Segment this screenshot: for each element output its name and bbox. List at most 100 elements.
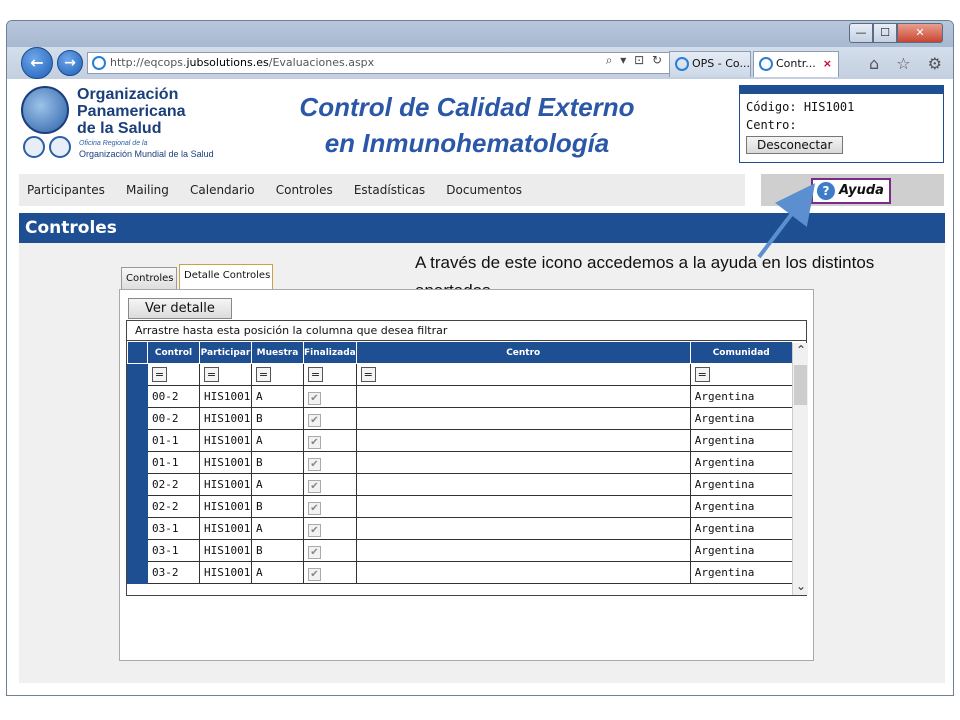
cell-participante: HIS1001: [199, 561, 252, 584]
column-header-muestra[interactable]: Muestra: [251, 341, 304, 364]
table-row[interactable]: 03-1 HIS1001 A ✔ Argentina: [127, 517, 793, 540]
cell-centro: [355, 407, 691, 430]
finalizada-checkbox[interactable]: ✔: [308, 458, 321, 471]
cell-muestra: B: [251, 539, 304, 562]
minimize-button[interactable]: —: [849, 23, 873, 43]
table-row[interactable]: 02-2 HIS1001 A ✔ Argentina: [127, 473, 793, 496]
menu-item-controles[interactable]: Controles: [276, 174, 333, 206]
tab-close-icon[interactable]: ×: [823, 52, 832, 76]
tab-ops[interactable]: OPS - Co...: [669, 51, 751, 77]
scroll-up-icon[interactable]: ⌃: [793, 343, 809, 359]
cell-participante: HIS1001: [199, 473, 252, 496]
table-row[interactable]: 00-2 HIS1001 A ✔ Argentina: [127, 385, 793, 408]
cell-comunidad: Argentina: [689, 561, 793, 584]
row-selector: [127, 363, 148, 386]
menu-item-mailing[interactable]: Mailing: [126, 174, 169, 206]
cell-comunidad: Argentina: [689, 473, 793, 496]
menu-item-calendario[interactable]: Calendario: [190, 174, 255, 206]
help-label: Ayuda: [839, 183, 884, 198]
table-row[interactable]: 02-2 HIS1001 B ✔ Argentina: [127, 495, 793, 518]
cell-control: 03-2: [147, 561, 200, 584]
codigo-value: HIS1001: [803, 100, 855, 114]
cell-comunidad: Argentina: [689, 407, 793, 430]
filter-muestra-button[interactable]: =: [256, 367, 271, 382]
cell-muestra: A: [251, 429, 304, 452]
address-tools-icon[interactable]: ⌕ ▾ ⊡ ↻: [606, 53, 664, 68]
tab-detalle-controles[interactable]: Detalle Controles: [179, 264, 273, 290]
finalizada-checkbox[interactable]: ✔: [308, 392, 321, 405]
filter-control-button[interactable]: =: [152, 367, 167, 382]
column-header-centro[interactable]: Centro: [355, 341, 691, 364]
cell-centro: [355, 385, 691, 408]
address-bar[interactable]: http://eqcops.jubsolutions.es/Evaluacion…: [87, 52, 671, 74]
menu-item-estadisticas[interactable]: Estadísticas: [354, 174, 425, 206]
cell-finalizada: ✔: [303, 561, 357, 584]
cell-participante: HIS1001: [199, 517, 252, 540]
paho-seal-icon: [23, 136, 45, 158]
maximize-button[interactable]: ☐: [873, 23, 897, 43]
tab-label: OPS - Co...: [692, 57, 750, 70]
finalizada-checkbox[interactable]: ✔: [308, 436, 321, 449]
column-header-participante[interactable]: Participar: [199, 341, 252, 364]
row-selector: [127, 385, 148, 408]
finalizada-checkbox[interactable]: ✔: [308, 524, 321, 537]
scroll-thumb[interactable]: [794, 365, 807, 405]
filter-row: = = = = = =: [127, 363, 793, 386]
cell-muestra: B: [251, 451, 304, 474]
row-selector: [127, 561, 148, 584]
table-row[interactable]: 03-2 HIS1001 A ✔ Argentina: [127, 561, 793, 584]
finalizada-checkbox[interactable]: ✔: [308, 502, 321, 515]
finalizada-checkbox[interactable]: ✔: [308, 414, 321, 427]
ver-detalle-button[interactable]: Ver detalle: [128, 298, 232, 319]
section-title: Controles: [25, 218, 117, 238]
column-header-finalizada[interactable]: Finalizada: [303, 341, 357, 364]
vertical-scrollbar[interactable]: ⌃ ⌄: [792, 343, 808, 595]
centro-label: Centro:: [746, 118, 797, 132]
menu-item-participantes[interactable]: Participantes: [27, 174, 105, 206]
disconnect-button[interactable]: Desconectar: [746, 136, 844, 154]
cell-finalizada: ✔: [303, 495, 357, 518]
cell-comunidad: Argentina: [689, 495, 793, 518]
cell-muestra: A: [251, 561, 304, 584]
close-window-button[interactable]: ✕: [897, 23, 943, 43]
finalizada-checkbox[interactable]: ✔: [308, 480, 321, 493]
menu-item-documentos[interactable]: Documentos: [446, 174, 522, 206]
finalizada-checkbox[interactable]: ✔: [308, 568, 321, 581]
scroll-down-icon[interactable]: ⌄: [793, 579, 809, 595]
ie-icon: [759, 57, 773, 71]
table-row[interactable]: 00-2 HIS1001 B ✔ Argentina: [127, 407, 793, 430]
column-header-control[interactable]: Control: [147, 341, 200, 364]
cell-muestra: B: [251, 407, 304, 430]
table-row[interactable]: 01-1 HIS1001 A ✔ Argentina: [127, 429, 793, 452]
cell-control: 01-1: [147, 451, 200, 474]
filter-finalizada-button[interactable]: =: [308, 367, 323, 382]
filter-participante-button[interactable]: =: [204, 367, 219, 382]
help-button[interactable]: ? Ayuda: [811, 178, 891, 204]
cell-control: 03-1: [147, 517, 200, 540]
cell-muestra: B: [251, 495, 304, 518]
column-header-comunidad[interactable]: Comunidad: [689, 341, 793, 364]
cell-muestra: A: [251, 517, 304, 540]
cell-control: 02-2: [147, 495, 200, 518]
home-favorites-settings-icons[interactable]: ⌂ ☆ ⚙: [869, 54, 948, 73]
finalizada-checkbox[interactable]: ✔: [308, 546, 321, 559]
ops-logo[interactable]: Organización Panamericana de la Salud Of…: [17, 84, 227, 164]
tab-controles[interactable]: Contr... ×: [753, 51, 839, 77]
back-button[interactable]: ←: [21, 47, 53, 79]
table-row[interactable]: 01-1 HIS1001 B ✔ Argentina: [127, 451, 793, 474]
url-domain: jubsolutions.es: [186, 56, 269, 69]
row-selector: [127, 517, 148, 540]
cell-participante: HIS1001: [199, 495, 252, 518]
tab-controles-panel[interactable]: Controles: [121, 267, 177, 289]
table-row[interactable]: 03-1 HIS1001 B ✔ Argentina: [127, 539, 793, 562]
cell-centro: [355, 495, 691, 518]
filter-comunidad-button[interactable]: =: [694, 367, 710, 382]
cell-finalizada: ✔: [303, 451, 357, 474]
url-path: /Evaluaciones.aspx: [268, 56, 375, 69]
filter-centro-button[interactable]: =: [360, 367, 376, 382]
row-selector-header: [127, 341, 148, 364]
row-selector: [127, 451, 148, 474]
cell-participante: HIS1001: [199, 429, 252, 452]
cell-finalizada: ✔: [303, 407, 357, 430]
forward-button[interactable]: →: [57, 50, 83, 76]
